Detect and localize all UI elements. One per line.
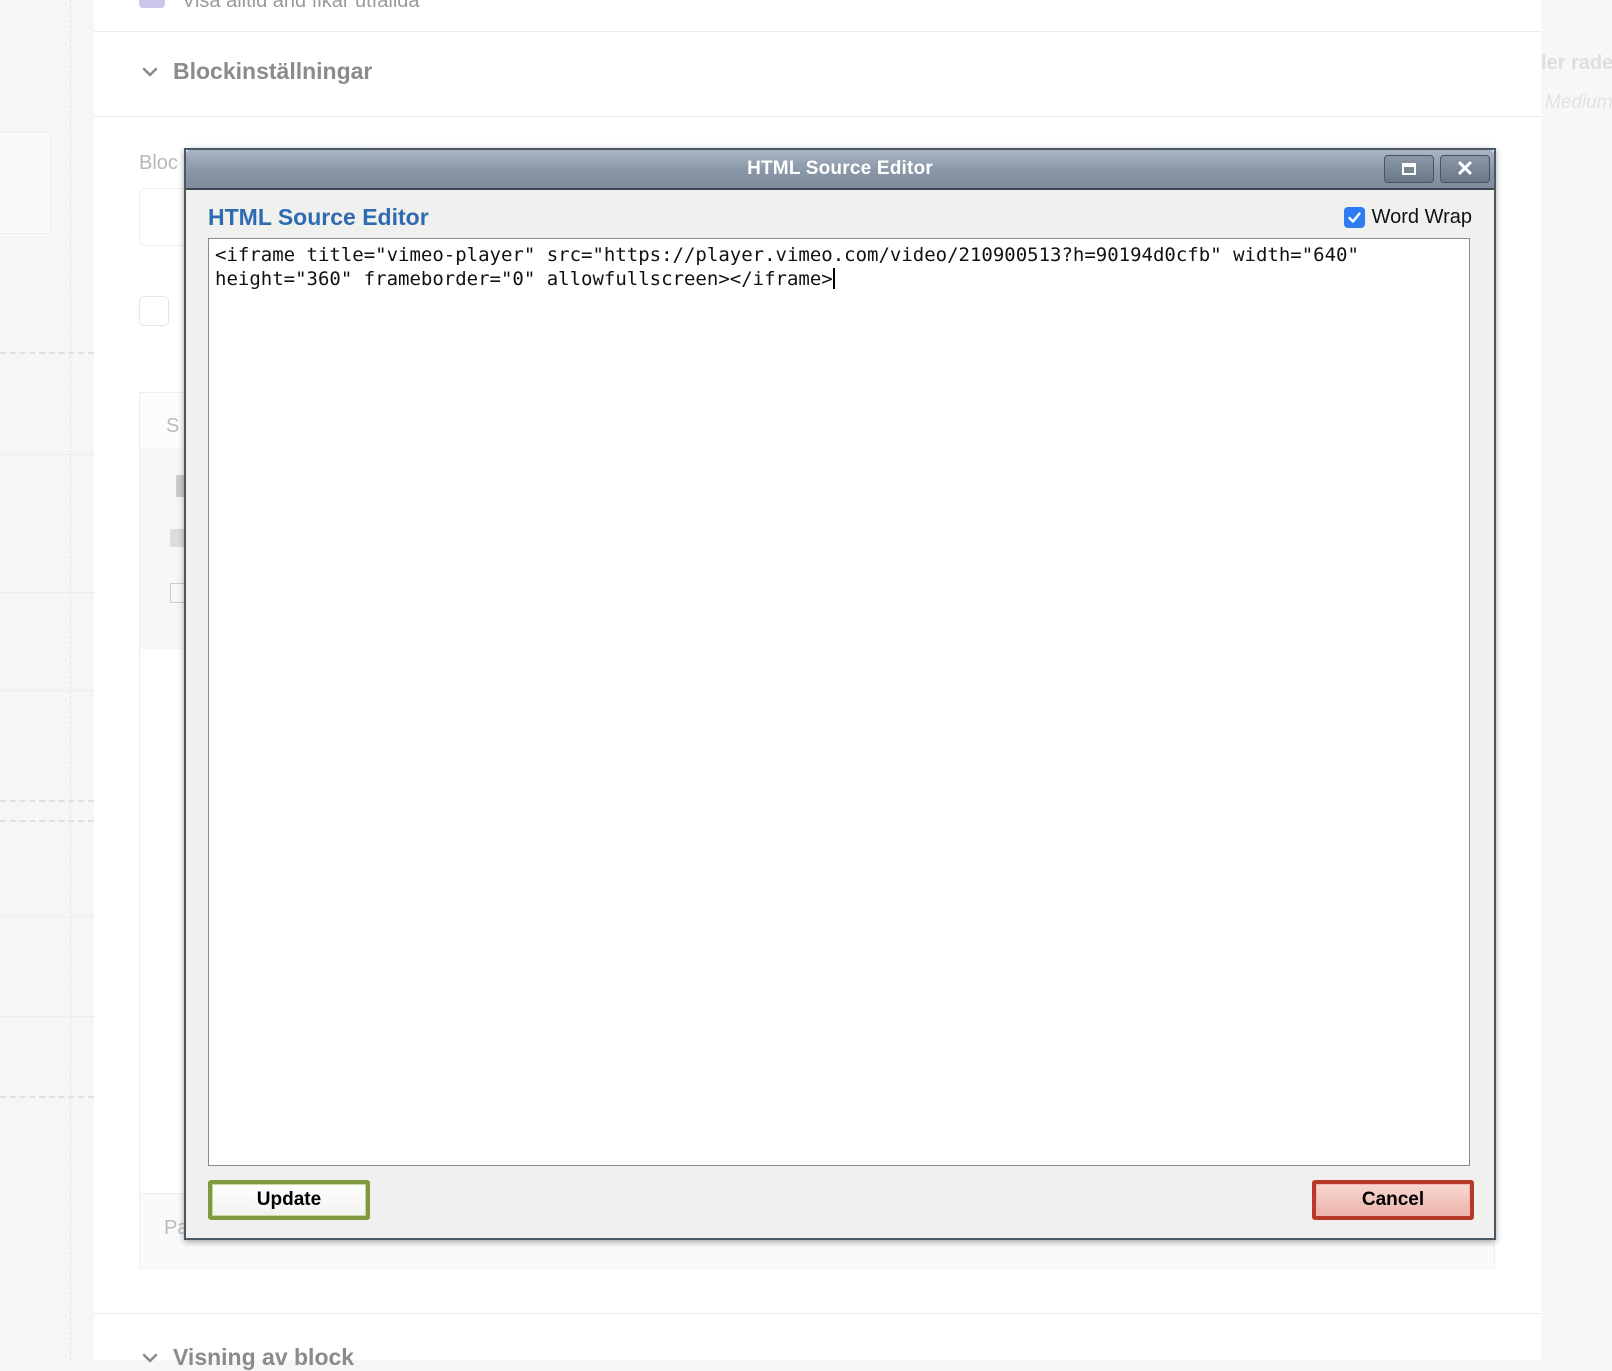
editor-pane-header-text: S xyxy=(166,415,180,437)
source-code-text: <iframe title="vimeo-player" src="https:… xyxy=(215,244,1371,290)
maximize-icon xyxy=(1402,163,1416,175)
divider xyxy=(0,800,94,802)
left-column-box xyxy=(0,132,51,234)
dialog-window-title: HTML Source Editor xyxy=(747,158,933,179)
section-header-block-display[interactable]: Visning av block xyxy=(139,1344,354,1371)
show-always-checkbox[interactable] xyxy=(139,0,165,8)
right-column xyxy=(1541,0,1612,1360)
html-source-editor-dialog: HTML Source Editor ✕ HTML Source Editor … xyxy=(184,148,1496,1240)
update-button[interactable]: Update xyxy=(208,1180,370,1220)
dialog-titlebar[interactable]: HTML Source Editor ✕ xyxy=(186,150,1494,190)
right-faded-value: Medium xyxy=(1545,92,1612,113)
section-divider xyxy=(94,31,1541,32)
show-always-label: Visa alltid and fikar utfällda xyxy=(182,0,420,12)
section-title: Visning av block xyxy=(173,1344,355,1370)
section-title: Blockinställningar xyxy=(173,58,373,84)
block-field-label: Bloc xyxy=(139,152,178,174)
word-wrap-label: Word Wrap xyxy=(1371,206,1472,228)
word-wrap-checkbox[interactable] xyxy=(1343,207,1365,228)
text-caret xyxy=(832,268,835,289)
divider xyxy=(0,690,94,691)
chevron-down-icon xyxy=(142,1353,158,1362)
source-code-textarea[interactable]: <iframe title="vimeo-player" src="https:… xyxy=(208,238,1470,1166)
divider xyxy=(0,352,94,354)
right-faded-heading: ler rade xyxy=(1541,52,1612,74)
divider xyxy=(0,1096,94,1098)
section-divider xyxy=(94,1313,1541,1314)
divider xyxy=(0,820,94,822)
divider xyxy=(0,1016,94,1017)
section-header-block-settings[interactable]: Blockinställningar xyxy=(139,58,372,85)
divider xyxy=(0,592,94,593)
word-wrap-option[interactable]: Word Wrap xyxy=(1343,206,1472,229)
divider xyxy=(0,454,94,455)
maximize-button[interactable] xyxy=(1384,155,1434,183)
close-button[interactable]: ✕ xyxy=(1440,155,1490,183)
close-icon: ✕ xyxy=(1455,156,1475,181)
block-option-checkbox[interactable] xyxy=(139,296,169,326)
section-divider xyxy=(94,116,1541,117)
divider xyxy=(0,916,94,917)
checkmark-icon xyxy=(1347,212,1361,223)
cancel-button[interactable]: Cancel xyxy=(1312,1180,1474,1220)
chevron-down-icon xyxy=(142,67,158,76)
dialog-heading: HTML Source Editor xyxy=(208,204,429,230)
